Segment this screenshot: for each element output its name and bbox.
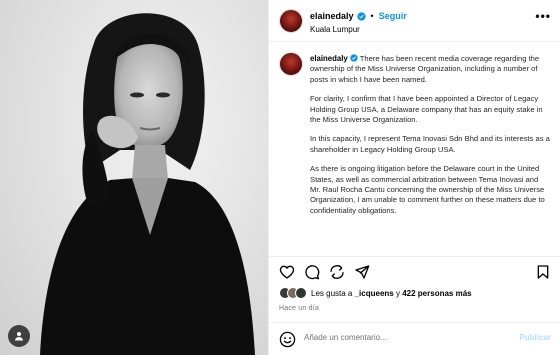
tag-person-icon[interactable] xyxy=(8,325,30,347)
likes-prefix: Les gusta a xyxy=(311,288,353,298)
caption-paragraph-3: In this capacity, I represent Tema Inova… xyxy=(310,134,550,154)
liked-by-user[interactable]: _icqueens xyxy=(355,289,394,298)
comment-input[interactable] xyxy=(304,333,504,342)
portrait-figure xyxy=(40,13,255,355)
likes-summary[interactable]: Les gusta a _icqueens y 422 personas más xyxy=(279,287,472,299)
post-timestamp[interactable]: Hace un día xyxy=(279,305,319,312)
post-header: elainedaly • Seguir Kuala Lumpur ••• xyxy=(269,0,560,42)
caption-paragraph-4: As there is ongoing litigation before th… xyxy=(310,164,545,215)
share-icon[interactable] xyxy=(329,264,345,280)
caption-username[interactable]: elainedaly xyxy=(310,54,348,63)
caption-text: elainedaly There has been recent media co… xyxy=(310,54,550,225)
send-icon[interactable] xyxy=(354,264,370,280)
comment-bar: Publicar xyxy=(269,322,560,355)
caption-paragraph-2: For clarity, I confirm that I have been … xyxy=(310,94,543,125)
emoji-icon[interactable] xyxy=(279,331,296,348)
avatar xyxy=(295,287,307,299)
likes-count[interactable]: 422 personas más xyxy=(402,289,471,298)
separator-dot: • xyxy=(370,11,374,21)
action-bar xyxy=(269,256,560,286)
verified-badge-icon xyxy=(356,11,366,21)
caption-avatar[interactable] xyxy=(279,52,303,76)
header-username[interactable]: elainedaly xyxy=(310,11,354,21)
heart-icon[interactable] xyxy=(279,264,295,280)
post-details-panel: elainedaly • Seguir Kuala Lumpur ••• ela… xyxy=(268,0,560,355)
publish-button[interactable]: Publicar xyxy=(519,333,551,342)
post-photo[interactable] xyxy=(0,0,268,355)
likes-middle: y xyxy=(395,288,400,298)
caption-paragraph: elainedaly There has been recent media co… xyxy=(310,54,550,85)
more-options-icon[interactable]: ••• xyxy=(535,10,551,22)
avatar[interactable] xyxy=(279,9,303,33)
bookmark-icon[interactable] xyxy=(535,264,551,280)
scroll-fade xyxy=(269,242,560,256)
verified-badge-icon xyxy=(350,54,358,62)
caption-area: elainedaly There has been recent media co… xyxy=(269,42,560,256)
location-link[interactable]: Kuala Lumpur xyxy=(310,25,360,34)
comment-icon[interactable] xyxy=(304,264,320,280)
follow-button[interactable]: Seguir xyxy=(379,11,407,21)
likes-text: Les gusta a _icqueens y 422 personas más xyxy=(311,289,472,298)
